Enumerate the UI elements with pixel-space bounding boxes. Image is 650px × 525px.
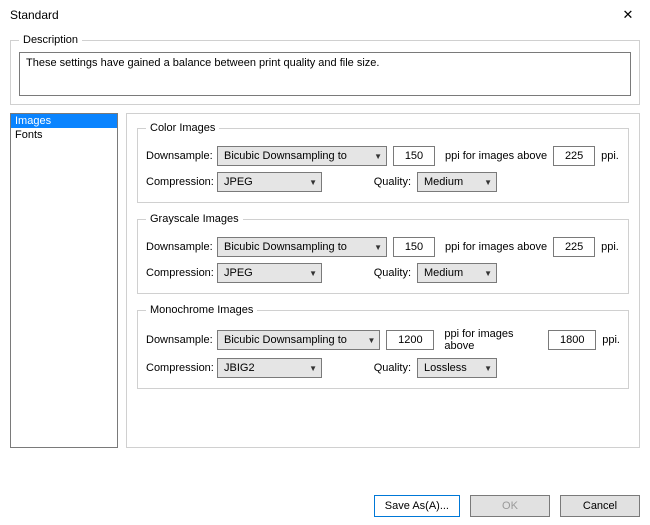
gray-downsample-row: Downsample: Bicubic Downsampling to ▼ pp… — [146, 237, 620, 257]
chevron-down-icon: ▼ — [484, 364, 492, 373]
sidebar-item-fonts[interactable]: Fonts — [11, 128, 117, 142]
combo-value: JPEG — [224, 176, 253, 188]
category-list[interactable]: Images Fonts — [10, 113, 118, 448]
mono-downsample-ppi[interactable] — [386, 330, 434, 350]
title-bar: Standard ✕ — [0, 0, 650, 28]
main-row: Images Fonts Color Images Downsample: Bi… — [10, 113, 640, 448]
color-downsample-row: Downsample: Bicubic Downsampling to ▼ pp… — [146, 146, 620, 166]
label-compression: Compression: — [146, 267, 211, 279]
label-quality: Quality: — [370, 267, 411, 279]
combo-value: Lossless — [424, 362, 467, 374]
color-quality[interactable]: Medium ▼ — [417, 172, 497, 192]
description-legend: Description — [19, 34, 82, 46]
mono-above-ppi[interactable] — [548, 330, 596, 350]
description-group: Description These settings have gained a… — [10, 34, 640, 105]
combo-value: Bicubic Downsampling to — [224, 241, 347, 253]
gray-downsample-method[interactable]: Bicubic Downsampling to ▼ — [217, 237, 387, 257]
label-ppi-end: ppi. — [601, 150, 619, 162]
group-grayscale-images: Grayscale Images Downsample: Bicubic Dow… — [137, 213, 629, 294]
label-compression: Compression: — [146, 176, 211, 188]
label-compression: Compression: — [146, 362, 211, 374]
group-monochrome-images: Monochrome Images Downsample: Bicubic Do… — [137, 304, 629, 389]
mono-compression[interactable]: JBIG2 ▼ — [217, 358, 322, 378]
label-downsample: Downsample: — [146, 241, 211, 253]
color-downsample-ppi[interactable] — [393, 146, 435, 166]
label-ppi-above: ppi for images above — [444, 328, 542, 352]
mono-downsample-row: Downsample: Bicubic Downsampling to ▼ pp… — [146, 328, 620, 352]
gray-downsample-ppi[interactable] — [393, 237, 435, 257]
label-ppi-end: ppi. — [602, 334, 620, 346]
window-title: Standard — [10, 8, 59, 22]
sidebar-item-images[interactable]: Images — [11, 114, 117, 128]
save-as-button[interactable]: Save As(A)... — [374, 495, 460, 517]
group-color-legend: Color Images — [146, 122, 219, 134]
color-compression-row: Compression: JPEG ▼ Quality: Medium ▼ — [146, 172, 620, 192]
chevron-down-icon: ▼ — [484, 178, 492, 187]
label-ppi-above: ppi for images above — [445, 150, 547, 162]
group-gray-legend: Grayscale Images — [146, 213, 243, 225]
group-mono-legend: Monochrome Images — [146, 304, 257, 316]
chevron-down-icon: ▼ — [374, 152, 382, 161]
cancel-button[interactable]: Cancel — [560, 495, 640, 517]
combo-value: Bicubic Downsampling to — [224, 334, 347, 346]
combo-value: JBIG2 — [224, 362, 255, 374]
settings-panel: Color Images Downsample: Bicubic Downsam… — [126, 113, 640, 448]
chevron-down-icon: ▼ — [309, 178, 317, 187]
gray-compression[interactable]: JPEG ▼ — [217, 263, 322, 283]
chevron-down-icon: ▼ — [374, 243, 382, 252]
dialog-footer: Save As(A)... OK Cancel — [374, 495, 640, 517]
close-icon[interactable]: ✕ — [616, 7, 640, 23]
label-ppi-end: ppi. — [601, 241, 619, 253]
combo-value: JPEG — [224, 267, 253, 279]
gray-above-ppi[interactable] — [553, 237, 595, 257]
chevron-down-icon: ▼ — [309, 269, 317, 278]
gray-quality[interactable]: Medium ▼ — [417, 263, 497, 283]
chevron-down-icon: ▼ — [367, 336, 375, 345]
group-color-images: Color Images Downsample: Bicubic Downsam… — [137, 122, 629, 203]
chevron-down-icon: ▼ — [309, 364, 317, 373]
label-quality: Quality: — [370, 362, 411, 374]
ok-button[interactable]: OK — [470, 495, 550, 517]
mono-quality[interactable]: Lossless ▼ — [417, 358, 497, 378]
color-above-ppi[interactable] — [553, 146, 595, 166]
description-text: These settings have gained a balance bet… — [19, 52, 631, 96]
mono-compression-row: Compression: JBIG2 ▼ Quality: Lossless ▼ — [146, 358, 620, 378]
dialog-content: Description These settings have gained a… — [0, 34, 650, 454]
label-downsample: Downsample: — [146, 334, 211, 346]
gray-compression-row: Compression: JPEG ▼ Quality: Medium ▼ — [146, 263, 620, 283]
combo-value: Bicubic Downsampling to — [224, 150, 347, 162]
combo-value: Medium — [424, 176, 463, 188]
chevron-down-icon: ▼ — [484, 269, 492, 278]
label-downsample: Downsample: — [146, 150, 211, 162]
color-compression[interactable]: JPEG ▼ — [217, 172, 322, 192]
combo-value: Medium — [424, 267, 463, 279]
mono-downsample-method[interactable]: Bicubic Downsampling to ▼ — [217, 330, 380, 350]
color-downsample-method[interactable]: Bicubic Downsampling to ▼ — [217, 146, 387, 166]
label-quality: Quality: — [370, 176, 411, 188]
label-ppi-above: ppi for images above — [445, 241, 547, 253]
